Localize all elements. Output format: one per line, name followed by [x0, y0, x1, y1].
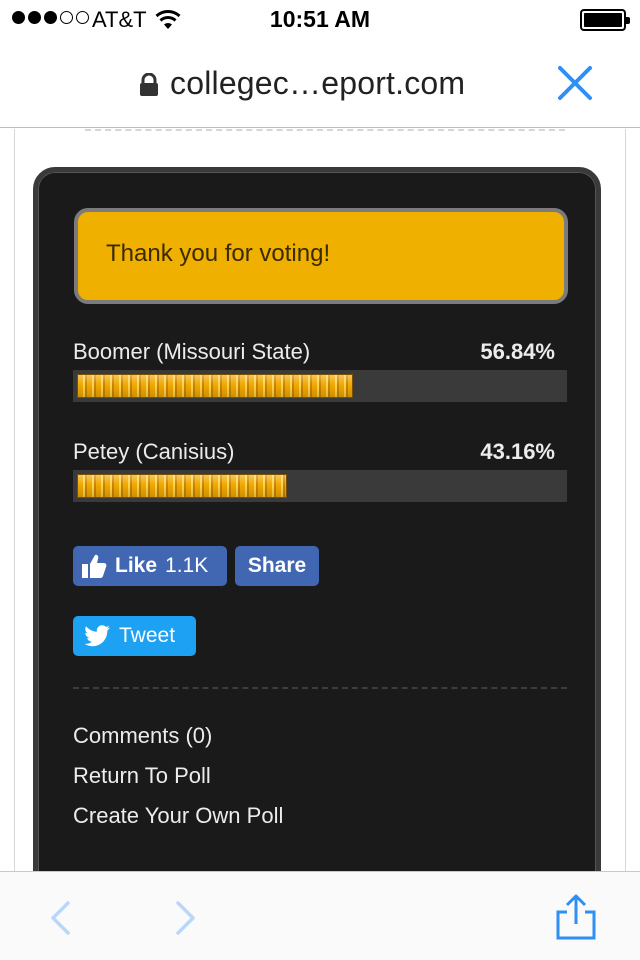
result-bar-fill-petey: [77, 474, 287, 498]
web-content[interactable]: Thank you for voting! Boomer (Missouri S…: [0, 129, 640, 871]
like-count: 1.1K: [165, 554, 209, 577]
tweet-label: Tweet: [119, 624, 176, 647]
share-icon[interactable]: [554, 894, 598, 940]
result-label-boomer: Boomer (Missouri State): [73, 339, 311, 364]
tweet-button[interactable]: Tweet: [73, 616, 196, 656]
clipped-text-line: [85, 129, 565, 131]
result-bar-track: [73, 470, 567, 502]
battery-nub: [626, 17, 630, 24]
battery-fill: [584, 13, 622, 27]
comments-link[interactable]: Comments (0): [73, 723, 212, 749]
facebook-share-button[interactable]: Share: [235, 546, 319, 586]
chevron-right-icon[interactable]: [172, 900, 200, 936]
thumbs-up-icon: [82, 554, 107, 578]
create-poll-link[interactable]: Create Your Own Poll: [73, 803, 283, 829]
twitter-bird-icon: [85, 625, 110, 647]
status-bar: AT&T 10:51 AM: [0, 0, 640, 40]
result-bar-fill-boomer: [77, 374, 353, 398]
result-percent-petey: 43.16%: [480, 439, 555, 464]
like-label: Like: [115, 554, 158, 577]
chevron-left-icon[interactable]: [46, 900, 74, 936]
poll-results-card: Thank you for voting! Boomer (Missouri S…: [33, 167, 601, 871]
clock: 10:51 AM: [269, 6, 371, 32]
thank-you-banner: Thank you for voting!: [74, 208, 568, 304]
close-icon[interactable]: [556, 64, 594, 102]
result-label-petey: Petey (Canisius): [73, 439, 235, 464]
divider: [73, 687, 567, 689]
thank-you-text: Thank you for voting!: [106, 240, 331, 267]
result-bar-track: [73, 370, 567, 402]
browser-toolbar: [0, 871, 640, 960]
battery-icon: [580, 9, 630, 31]
url-text[interactable]: collegec…eport.com: [170, 65, 465, 102]
address-bar: collegec…eport.com: [0, 40, 640, 128]
return-to-poll-link[interactable]: Return To Poll: [73, 763, 211, 789]
result-percent-boomer: 56.84%: [480, 339, 555, 364]
lock-icon: [140, 73, 158, 96]
facebook-like-button[interactable]: Like 1.1K: [73, 546, 227, 586]
